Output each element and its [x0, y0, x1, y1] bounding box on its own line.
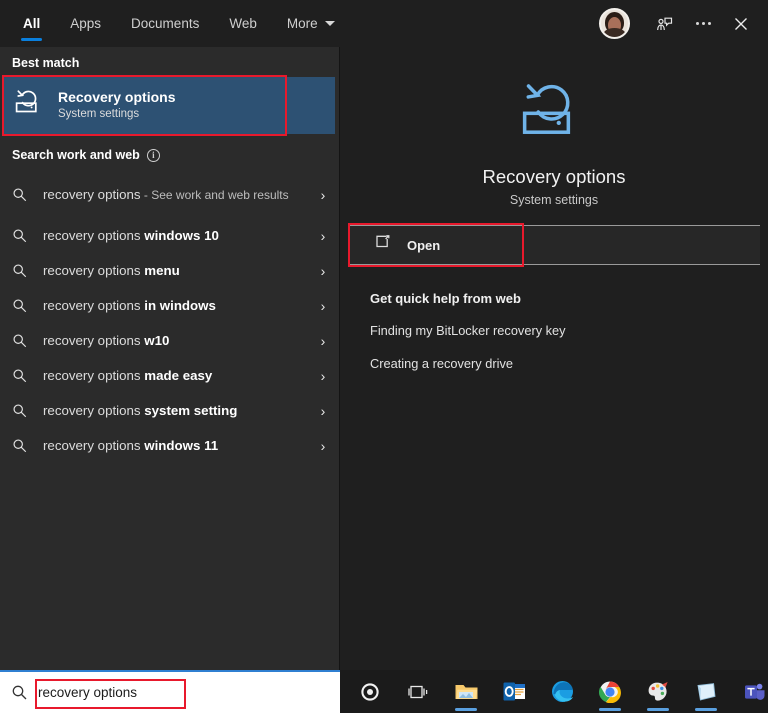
feedback-icon[interactable]: [648, 7, 682, 41]
tab-more[interactable]: More: [272, 0, 350, 47]
info-icon[interactable]: i: [146, 148, 160, 162]
search-filter-tabs: All Apps Documents Web More: [0, 0, 350, 47]
open-button-label: Open: [407, 237, 441, 253]
chevron-right-icon[interactable]: ›: [315, 368, 331, 384]
search-icon: [11, 684, 28, 701]
best-match-container: Recovery options System settings: [0, 75, 339, 136]
suggestion-text: recovery options w10: [43, 333, 170, 348]
tab-web[interactable]: Web: [214, 0, 272, 47]
taskbar: [340, 670, 768, 713]
cortana-icon[interactable]: [348, 670, 392, 713]
search-icon: [12, 368, 31, 384]
suggestion-item[interactable]: recovery options system setting ›: [0, 393, 339, 428]
open-button[interactable]: Open: [348, 226, 760, 264]
search-web-heading: Search work and web i: [0, 134, 339, 169]
recovery-icon: [14, 89, 45, 123]
preview-pane: Recovery options System settings Open Ge…: [340, 47, 768, 670]
search-body: Best match Recovery options System setti…: [0, 47, 768, 670]
best-match-item[interactable]: Recovery options System settings: [4, 77, 335, 134]
quick-help-link[interactable]: Finding my BitLocker recovery key: [370, 323, 768, 338]
suggestion-text: recovery options - See work and web resu…: [43, 187, 289, 202]
search-web-heading-label: Search work and web: [12, 148, 140, 162]
best-match-heading: Best match: [0, 47, 339, 77]
edge-icon[interactable]: [540, 670, 584, 713]
tab-documents[interactable]: Documents: [116, 0, 214, 47]
quick-help-section: Get quick help from web Finding my BitLo…: [340, 265, 768, 371]
search-box[interactable]: [0, 670, 340, 713]
chrome-icon[interactable]: [588, 670, 632, 713]
outlook-icon[interactable]: [492, 670, 536, 713]
suggestion-item[interactable]: recovery options menu ›: [0, 253, 339, 288]
search-icon: [12, 187, 31, 203]
taskbar-row: [0, 670, 768, 713]
quick-help-heading: Get quick help from web: [370, 291, 521, 306]
close-icon[interactable]: [724, 7, 758, 41]
suggestion-text: recovery options made easy: [43, 368, 213, 383]
search-icon: [12, 333, 31, 349]
suggestion-item[interactable]: recovery options made easy ›: [0, 358, 339, 393]
chevron-right-icon[interactable]: ›: [315, 333, 331, 349]
tab-label: All: [23, 16, 41, 31]
tab-label: Apps: [70, 16, 102, 31]
search-icon: [12, 298, 31, 314]
suggestion-item[interactable]: recovery options w10 ›: [0, 323, 339, 358]
chevron-down-icon: [324, 21, 335, 26]
search-icon: [12, 228, 31, 244]
suggestion-text: recovery options system setting: [43, 403, 238, 418]
chevron-right-icon[interactable]: ›: [315, 403, 331, 419]
suggestion-text: recovery options menu: [43, 263, 180, 278]
best-match-text: Recovery options System settings: [58, 89, 175, 122]
search-header: All Apps Documents Web More: [0, 0, 768, 47]
chevron-right-icon[interactable]: ›: [315, 438, 331, 454]
ellipsis-icon[interactable]: [686, 7, 720, 41]
tab-label: Web: [229, 16, 257, 31]
sticky-notes-icon[interactable]: [684, 670, 728, 713]
suggestion-item[interactable]: recovery options - See work and web resu…: [0, 172, 339, 218]
chevron-right-icon[interactable]: ›: [315, 228, 331, 244]
best-match-title: Recovery options: [58, 89, 176, 105]
file-explorer-icon[interactable]: [444, 670, 488, 713]
chevron-right-icon[interactable]: ›: [315, 298, 331, 314]
teams-icon[interactable]: [732, 670, 768, 713]
windows-search-flyout: All Apps Documents Web More Best match R…: [0, 0, 768, 713]
header-actions: [599, 0, 758, 47]
suggestion-text: recovery options windows 11: [43, 438, 219, 453]
suggestion-item[interactable]: recovery options windows 10 ›: [0, 218, 339, 253]
paint-icon[interactable]: [636, 670, 680, 713]
tab-all[interactable]: All: [8, 0, 55, 47]
preview-title: Recovery options: [482, 166, 626, 187]
preview-subtitle: System settings: [509, 193, 599, 207]
task-view-icon[interactable]: [396, 670, 440, 713]
open-in-new-window-icon: [374, 235, 391, 255]
tab-apps[interactable]: Apps: [55, 0, 116, 47]
results-pane: Best match Recovery options System setti…: [0, 47, 340, 670]
suggestion-list: recovery options - See work and web resu…: [0, 169, 339, 463]
recovery-icon: [340, 81, 768, 147]
quick-help-link[interactable]: Creating a recovery drive: [370, 356, 768, 371]
suggestion-item[interactable]: recovery options in windows ›: [0, 288, 339, 323]
tab-label: Documents: [131, 16, 200, 31]
suggestion-text: recovery options in windows: [43, 298, 216, 313]
search-icon: [12, 438, 31, 454]
search-icon: [12, 403, 31, 419]
chevron-right-icon[interactable]: ›: [315, 263, 331, 279]
search-input[interactable]: [38, 678, 340, 707]
best-match-heading-label: Best match: [12, 56, 80, 70]
search-icon: [12, 263, 31, 279]
tab-label: More: [286, 16, 318, 31]
best-match-subtitle: System settings: [58, 108, 140, 120]
preview-hero: Recovery options System settings: [340, 47, 768, 207]
avatar[interactable]: [599, 8, 630, 39]
suggestion-text: recovery options windows 10: [43, 228, 219, 243]
chevron-right-icon[interactable]: ›: [315, 187, 331, 203]
suggestion-item[interactable]: recovery options windows 11 ›: [0, 428, 339, 463]
